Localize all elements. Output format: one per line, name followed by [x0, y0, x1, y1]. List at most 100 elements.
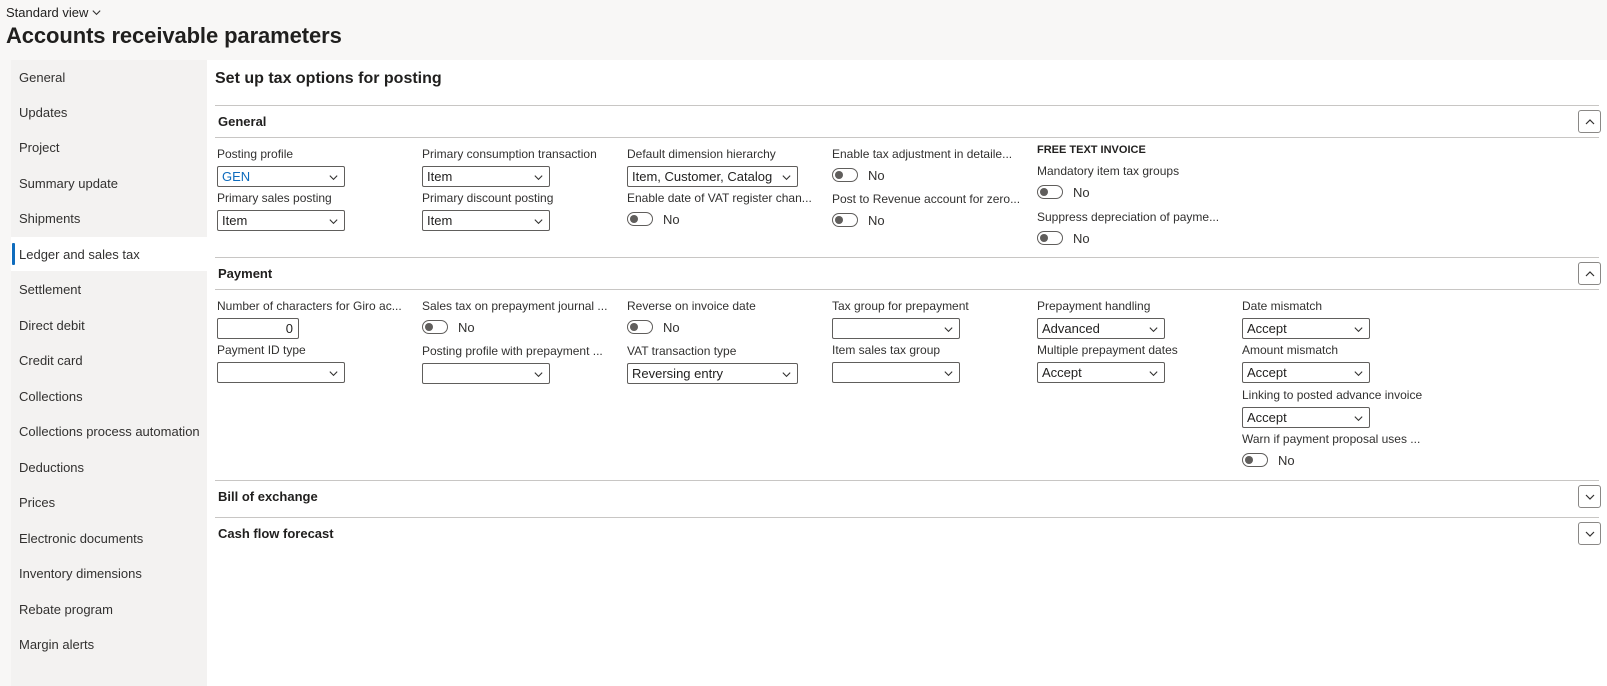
tax-group-prepayment-label: Tax group for prepayment — [832, 299, 969, 313]
sidebar-item-direct-debit[interactable]: Direct debit — [11, 308, 207, 342]
posting-profile-select[interactable]: GEN — [217, 166, 345, 187]
sales-tax-prepayment-value: No — [458, 319, 475, 335]
chevron-down-icon — [944, 371, 953, 377]
field-primary-consumption: Primary consumption transaction Item — [422, 147, 617, 187]
field-primary-discount: Primary discount posting Item — [422, 191, 617, 231]
view-selector-label: Standard view — [6, 5, 89, 20]
enable-date-vat-label: Enable date of VAT register chan... — [627, 191, 812, 205]
prepayment-handling-value: Advanced — [1042, 321, 1100, 336]
primary-sales-posting-value: Item — [222, 213, 248, 228]
linking-posted-advance-select[interactable]: Accept — [1242, 407, 1370, 428]
sidebar-item-inventory-dimensions[interactable]: Inventory dimensions — [11, 556, 207, 590]
date-mismatch-select[interactable]: Accept — [1242, 318, 1370, 339]
sidebar-item-general[interactable]: General — [11, 60, 207, 94]
chevron-down-icon — [534, 219, 543, 225]
post-to-revenue-label: Post to Revenue account for zero... — [832, 192, 1021, 206]
free-text-invoice-heading: FREE TEXT INVOICE — [1037, 144, 1146, 156]
fasttab-bill-of-exchange[interactable]: Bill of exchange — [215, 480, 1601, 513]
default-dimension-hierarchy-value: Item, Customer, Catalog — [632, 169, 773, 184]
sidebar-item-shipments[interactable]: Shipments — [11, 201, 207, 235]
payment-id-type-select[interactable] — [217, 362, 345, 383]
default-dimension-hierarchy-label: Default dimension hierarchy — [627, 147, 776, 161]
sidebar-item-settlement[interactable]: Settlement — [11, 272, 207, 306]
view-selector[interactable]: Standard view — [6, 4, 342, 21]
tax-group-prepayment-select[interactable] — [832, 318, 960, 339]
chevron-down-icon — [329, 175, 338, 181]
sidebar-item-deductions[interactable]: Deductions — [11, 450, 207, 484]
field-payment-id-type: Payment ID type — [217, 343, 412, 383]
sidebar-item-summary-update[interactable]: Summary update — [11, 166, 207, 200]
chevron-down-icon — [782, 372, 791, 378]
chevron-down-icon — [534, 175, 543, 181]
field-amount-mismatch: Amount mismatch Accept — [1242, 343, 1437, 383]
mandatory-item-tax-toggle[interactable] — [1037, 185, 1063, 199]
page-title: Accounts receivable parameters — [6, 23, 342, 48]
field-warn-payment-proposal: Warn if payment proposal uses ... No — [1242, 432, 1437, 468]
sidebar-item-ledger-and-sales-tax[interactable]: Ledger and sales tax — [11, 237, 207, 271]
collapse-payment-button[interactable] — [1578, 262, 1601, 285]
multiple-prepayment-dates-select[interactable]: Accept — [1037, 362, 1165, 383]
fasttab-title-cash-flow-forecast: Cash flow forecast — [218, 526, 334, 541]
chevron-down-icon — [1585, 531, 1594, 537]
sales-tax-prepayment-toggle[interactable] — [422, 320, 448, 334]
section-title: Set up tax options for posting — [215, 70, 442, 87]
item-sales-tax-group-select[interactable] — [832, 362, 960, 383]
field-reverse-on-invoice-date: Reverse on invoice date No — [627, 299, 822, 335]
chevron-up-icon — [1585, 118, 1594, 124]
reverse-on-invoice-date-toggle[interactable] — [627, 320, 653, 334]
sidebar-item-project[interactable]: Project — [11, 130, 207, 164]
enable-date-vat-toggle[interactable] — [627, 212, 653, 226]
chevron-down-icon — [1354, 327, 1363, 333]
mandatory-item-tax-label: Mandatory item tax groups — [1037, 164, 1180, 178]
posting-profile-prepayment-select[interactable] — [422, 363, 550, 384]
fasttab-title-general: General — [218, 114, 267, 129]
warn-payment-proposal-toggle[interactable] — [1242, 453, 1268, 467]
field-posting-profile: Posting profile GEN — [217, 147, 412, 187]
expand-cash-flow-forecast-button[interactable] — [1578, 522, 1601, 545]
mandatory-item-tax-value: No — [1073, 184, 1090, 200]
prepayment-handling-select[interactable]: Advanced — [1037, 318, 1165, 339]
sidebar-item-prices[interactable]: Prices — [11, 485, 207, 519]
fasttab-title-bill-of-exchange: Bill of exchange — [218, 489, 318, 504]
enable-tax-adjustment-toggle[interactable] — [832, 168, 858, 182]
primary-sales-posting-select[interactable]: Item — [217, 210, 345, 231]
chevron-down-icon — [329, 371, 338, 377]
field-suppress-depreciation: Suppress depreciation of payme... No — [1037, 210, 1232, 246]
linking-posted-advance-value: Accept — [1247, 410, 1287, 425]
multiple-prepayment-dates-value: Accept — [1042, 365, 1082, 380]
posting-profile-value[interactable]: GEN — [222, 169, 250, 184]
sidebar-item-updates[interactable]: Updates — [11, 95, 207, 129]
sales-tax-prepayment-label: Sales tax on prepayment journal ... — [422, 299, 608, 313]
warn-payment-proposal-label: Warn if payment proposal uses ... — [1242, 432, 1421, 446]
sidebar-item-collections[interactable]: Collections — [11, 379, 207, 413]
sidebar-item-margin-alerts[interactable]: Margin alerts — [11, 627, 207, 661]
primary-discount-select[interactable]: Item — [422, 210, 550, 231]
amount-mismatch-label: Amount mismatch — [1242, 343, 1339, 357]
post-to-revenue-toggle[interactable] — [832, 213, 858, 227]
page-header: Standard view Accounts receivable parame… — [6, 4, 342, 49]
primary-consumption-select[interactable]: Item — [422, 166, 550, 187]
giro-chars-input[interactable]: 0 — [217, 318, 299, 339]
sidebar-item-electronic-documents[interactable]: Electronic documents — [11, 521, 207, 555]
sidebar-item-rebate-program[interactable]: Rebate program — [11, 592, 207, 626]
suppress-depreciation-label: Suppress depreciation of payme... — [1037, 210, 1220, 224]
primary-discount-label: Primary discount posting — [422, 191, 554, 205]
chevron-down-icon — [782, 175, 791, 181]
field-date-mismatch: Date mismatch Accept — [1242, 299, 1437, 339]
suppress-depreciation-toggle[interactable] — [1037, 231, 1063, 245]
fasttab-payment[interactable]: Payment — [215, 257, 1601, 290]
collapse-general-button[interactable] — [1578, 110, 1601, 133]
fasttab-general[interactable]: General — [215, 105, 1601, 138]
reverse-on-invoice-date-label: Reverse on invoice date — [627, 299, 756, 313]
sidebar-item-credit-card[interactable]: Credit card — [11, 343, 207, 377]
chevron-down-icon — [1354, 416, 1363, 422]
default-dimension-hierarchy-select[interactable]: Item, Customer, Catalog — [627, 166, 798, 187]
field-mandatory-item-tax: Mandatory item tax groups No — [1037, 164, 1232, 200]
fasttab-cash-flow-forecast[interactable]: Cash flow forecast — [215, 517, 1601, 550]
vat-transaction-type-select[interactable]: Reversing entry — [627, 363, 798, 384]
expand-bill-of-exchange-button[interactable] — [1578, 485, 1601, 508]
primary-sales-posting-label: Primary sales posting — [217, 191, 332, 205]
amount-mismatch-select[interactable]: Accept — [1242, 362, 1370, 383]
primary-discount-value: Item — [427, 213, 453, 228]
sidebar-item-collections-process-automation[interactable]: Collections process automation — [11, 414, 207, 448]
